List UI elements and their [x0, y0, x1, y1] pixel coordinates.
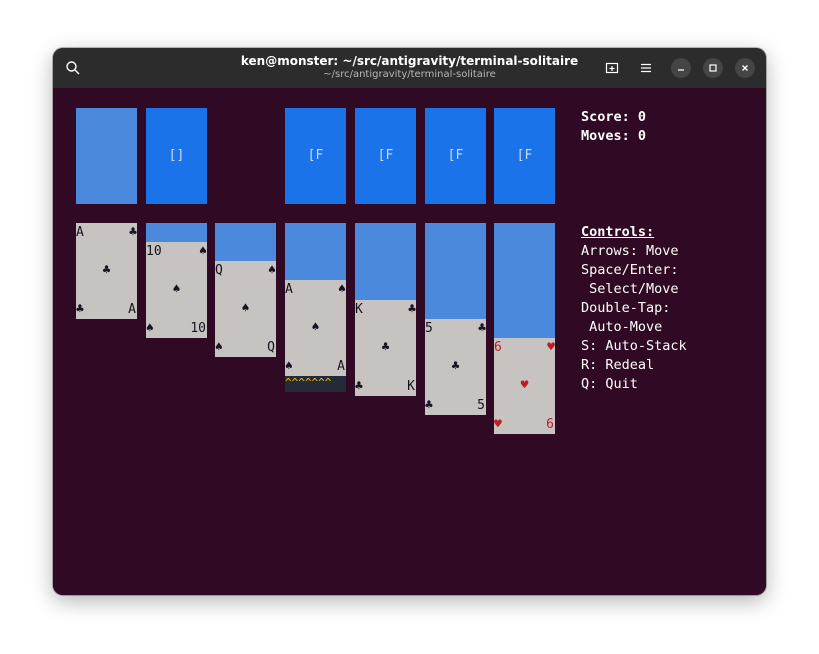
foundation-label: [F [516, 148, 533, 163]
card-rank-bottom: Q [267, 340, 275, 355]
control-line: S: Auto-Stack [581, 338, 687, 354]
card-suit-bottom: ♣ [76, 302, 84, 317]
waste-pile[interactable]: [] [146, 108, 207, 204]
score-text: Score: 0 [581, 109, 647, 125]
tableau-card-5[interactable]: K ♣ ♣ ♣ K [355, 300, 416, 396]
title-bar[interactable]: ken@monster: ~/src/antigravity/terminal-… [53, 48, 766, 88]
foundation-label: [F [307, 148, 324, 163]
waste-label: [] [168, 148, 185, 163]
control-line: R: Redeal [581, 357, 655, 373]
card-rank-top: K [355, 302, 363, 317]
card-rank-bottom: 10 [190, 321, 206, 336]
card-rank-bottom: K [407, 379, 415, 394]
close-icon[interactable] [735, 58, 755, 78]
card-rank-bottom: A [337, 359, 345, 374]
card-suit-bottom: ♠ [285, 359, 293, 374]
card-suit-center: ♣ [381, 340, 390, 355]
card-suit-top: ♣ [478, 321, 486, 336]
card-rank-top: 10 [146, 244, 162, 259]
control-line: Q: Quit [581, 376, 638, 392]
foundation-2[interactable]: [F [355, 108, 416, 204]
card-suit-center: ♠ [311, 320, 320, 335]
card-back [215, 223, 276, 261]
tableau-card-1[interactable]: A ♣ ♣ ♣ A [76, 223, 137, 319]
card-suit-center: ♣ [102, 263, 111, 278]
maximize-icon[interactable] [703, 58, 723, 78]
minimize-icon[interactable] [671, 58, 691, 78]
control-line: Double-Tap: [581, 300, 671, 316]
card-suit-center: ♠ [172, 282, 181, 297]
terminal-area[interactable]: [] [F [F [F [F A ♣ ♣ ♣ A 10 ♠ ♠ ♠ 10 Q ♠… [53, 88, 766, 595]
card-suit-bottom: ♣ [425, 398, 433, 413]
card-rank-top: 6 [494, 340, 502, 355]
terminal-window: ken@monster: ~/src/antigravity/terminal-… [53, 48, 766, 595]
card-back [355, 223, 416, 300]
card-back [494, 223, 555, 338]
tableau-card-2[interactable]: 10 ♠ ♠ ♠ 10 [146, 242, 207, 338]
selection-cursor: ^^^^^^^ [285, 376, 346, 392]
card-suit-bottom: ♠ [146, 321, 154, 336]
card-back [425, 223, 486, 319]
control-line: Auto-Move [581, 319, 663, 335]
control-line: Select/Move [581, 281, 679, 297]
card-suit-top: ♠ [268, 263, 276, 278]
card-suit-bottom: ♣ [355, 379, 363, 394]
card-rank-top: 5 [425, 321, 433, 336]
window-subtitle: ~/src/antigravity/terminal-solitaire [323, 69, 496, 80]
foundation-3[interactable]: [F [425, 108, 486, 204]
card-suit-bottom: ♥ [494, 417, 502, 432]
tableau-card-7[interactable]: 6 ♥ ♥ ♥ 6 [494, 338, 555, 434]
card-suit-top: ♠ [338, 282, 346, 297]
card-back [285, 223, 346, 280]
foundation-label: [F [447, 148, 464, 163]
card-rank-top: Q [215, 263, 223, 278]
card-rank-bottom: 5 [477, 398, 485, 413]
card-rank-bottom: 6 [546, 417, 554, 432]
card-suit-top: ♣ [408, 302, 416, 317]
control-line: Arrows: Move [581, 243, 679, 259]
card-rank-top: A [76, 225, 84, 240]
foundation-4[interactable]: [F [494, 108, 555, 204]
card-back [146, 223, 207, 242]
moves-text: Moves: 0 [581, 128, 647, 144]
controls-heading: Controls: [581, 224, 655, 240]
control-line: Space/Enter: [581, 262, 679, 278]
card-suit-center: ♥ [520, 378, 529, 393]
card-rank-bottom: A [128, 302, 136, 317]
card-suit-top: ♥ [547, 340, 555, 355]
hamburger-menu-icon[interactable] [637, 59, 655, 77]
foundation-label: [F [377, 148, 394, 163]
card-rank-top: A [285, 282, 293, 297]
card-suit-center: ♣ [451, 359, 460, 374]
card-suit-top: ♣ [129, 225, 137, 240]
tableau-card-6[interactable]: 5 ♣ ♣ ♣ 5 [425, 319, 486, 415]
card-suit-top: ♠ [199, 244, 207, 259]
tableau-card-4[interactable]: A ♠ ♠ ♠ A [285, 280, 346, 376]
foundation-1[interactable]: [F [285, 108, 346, 204]
card-suit-bottom: ♠ [215, 340, 223, 355]
card-suit-center: ♠ [241, 301, 250, 316]
tableau-card-3[interactable]: Q ♠ ♠ ♠ Q [215, 261, 276, 357]
new-tab-icon[interactable] [603, 59, 621, 77]
window-title: ken@monster: ~/src/antigravity/terminal-… [240, 54, 579, 68]
stock-pile[interactable] [76, 108, 137, 204]
